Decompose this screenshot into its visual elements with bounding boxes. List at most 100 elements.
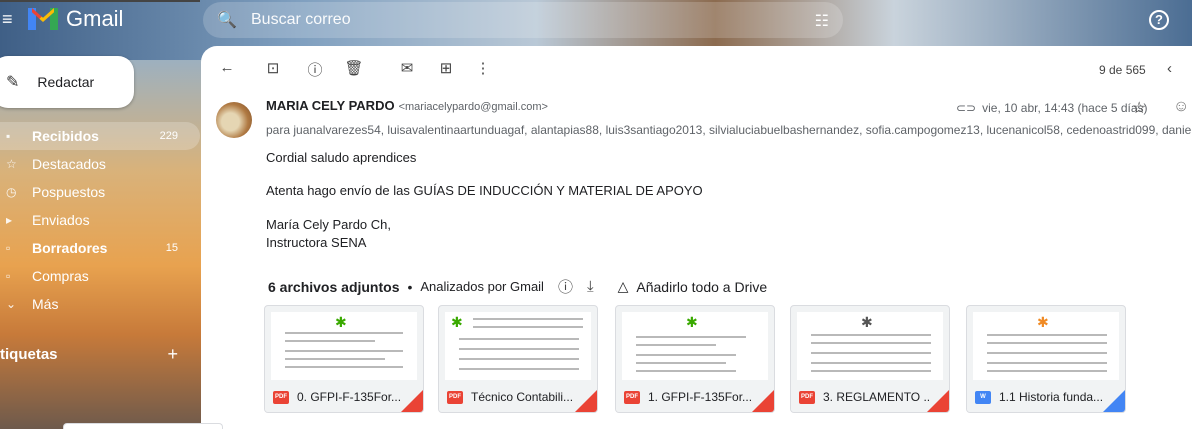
pdf-icon: PDF bbox=[447, 390, 463, 404]
gmail-logo[interactable]: Gmail bbox=[28, 6, 123, 32]
attachment-card[interactable]: ✱ W 1.1 Historia funda... bbox=[966, 305, 1126, 413]
attachment-preview: ✱ bbox=[973, 312, 1119, 380]
archive-icon[interactable]: ⊡ bbox=[263, 59, 283, 77]
sena-logo-icon: ✱ bbox=[1037, 314, 1049, 330]
attachment-name: 1.1 Historia funda... bbox=[999, 390, 1104, 404]
sender-name[interactable]: MARIA CELY PARDO bbox=[266, 98, 395, 113]
attachment-preview: ✱ bbox=[445, 312, 591, 380]
clock-icon: ◷ bbox=[6, 185, 17, 199]
drafts-count: 15 bbox=[165, 242, 178, 254]
message-date: ⊂⊃ vie, 10 abr, 14:43 (hace 5 días) bbox=[956, 101, 1148, 115]
file-corner bbox=[752, 390, 774, 412]
avatar[interactable] bbox=[216, 102, 252, 138]
body-text: Atenta hago envío de las GUÍAS DE INDUCC… bbox=[266, 183, 703, 198]
search-options-icon[interactable]: ☷ bbox=[815, 11, 829, 31]
unread-count: 229 bbox=[159, 130, 178, 142]
sidebar-item-label: Pospuestos bbox=[32, 184, 106, 200]
sidebar-item-sent[interactable]: ▸ Enviados bbox=[0, 206, 200, 234]
chevron-left-icon[interactable]: ‹ bbox=[1167, 60, 1172, 77]
search-bar[interactable]: 🔍 ☷ bbox=[203, 2, 843, 38]
date-text: vie, 10 abr, 14:43 (hace 5 días) bbox=[982, 101, 1148, 115]
separator-dot: • bbox=[407, 278, 413, 295]
search-input[interactable] bbox=[251, 11, 731, 29]
report-spam-icon[interactable]: ⓘ bbox=[305, 59, 325, 80]
help-icon[interactable]: ? bbox=[1149, 10, 1169, 30]
attachment-name: 0. GFPI-F-135For... bbox=[297, 390, 402, 404]
info-icon[interactable]: ⓘ bbox=[558, 276, 573, 297]
sidebar-item-label: Borradores bbox=[32, 240, 108, 256]
emoji-icon[interactable]: ☺ bbox=[1173, 98, 1189, 116]
main-menu-icon[interactable]: ≡ bbox=[2, 10, 16, 28]
cart-icon: ▫ bbox=[6, 269, 11, 283]
pdf-icon: PDF bbox=[273, 390, 289, 404]
sidebar-item-drafts[interactable]: ▫ Borradores 15 bbox=[0, 234, 200, 262]
file-corner bbox=[927, 390, 949, 412]
pdf-icon: PDF bbox=[799, 390, 815, 404]
attachment-preview: ✱ bbox=[271, 312, 417, 380]
labels-header-text: tiquetas bbox=[0, 345, 58, 363]
attachments-header: 6 archivos adjuntos • Analizados por Gma… bbox=[268, 276, 767, 297]
recipients-line[interactable]: para juanalvarezes54, luisavalentinaartu… bbox=[266, 123, 1192, 137]
back-arrow-icon[interactable]: ← bbox=[217, 59, 237, 76]
trash-icon[interactable]: 🗑 bbox=[344, 59, 364, 77]
sidebar-item-label: Recibidos bbox=[32, 128, 99, 144]
attachment-card[interactable]: ✱ PDF Técnico Contabili... bbox=[438, 305, 598, 413]
drive-label: Añadirlo todo a Drive bbox=[636, 278, 768, 295]
send-icon: ▸ bbox=[6, 213, 13, 227]
message-toolbar: ← ⊡ ⓘ 🗑 ✉ ⊞ ⋮ 9 de 565 ‹ bbox=[201, 46, 1192, 94]
sidebar-nav: ▪ Recibidos 229 ☆ Destacados ◷ Pospuesto… bbox=[0, 122, 200, 318]
download-all-icon[interactable]: ⤓ bbox=[587, 278, 594, 295]
gmail-m-icon bbox=[28, 8, 58, 30]
sena-logo-icon: ✱ bbox=[335, 314, 347, 330]
sidebar-item-label: Compras bbox=[32, 268, 89, 284]
signature-title: Instructora SENA bbox=[266, 235, 367, 250]
pager-text: 9 de 565 bbox=[1099, 63, 1146, 77]
sidebar-item-inbox[interactable]: ▪ Recibidos 229 bbox=[0, 122, 200, 150]
attachment-card[interactable]: ✱ PDF 1. GFPI-F-135For... bbox=[615, 305, 775, 413]
more-options-icon[interactable]: ⋮ bbox=[473, 59, 493, 77]
word-doc-icon: W bbox=[975, 390, 991, 404]
scanned-label: Analizados por Gmail bbox=[420, 279, 544, 294]
sender-line: MARIA CELY PARDO <mariacelypardo@gmail.co… bbox=[266, 98, 548, 113]
sidebar-item-snoozed[interactable]: ◷ Pospuestos bbox=[0, 178, 200, 206]
star-icon: ☆ bbox=[6, 157, 17, 171]
file-corner bbox=[1103, 390, 1125, 412]
add-all-to-drive-button[interactable]: △ Añadirlo todo a Drive bbox=[618, 278, 768, 295]
sidebar-item-purchases[interactable]: ▫ Compras bbox=[0, 262, 200, 290]
attachments-count: 6 archivos adjuntos bbox=[268, 278, 400, 295]
sidebar-item-label: Más bbox=[32, 296, 59, 312]
attachment-name: 1. GFPI-F-135For... bbox=[648, 390, 753, 404]
file-corner bbox=[575, 390, 597, 412]
file-corner bbox=[401, 390, 423, 412]
window-edge bbox=[0, 0, 200, 2]
sena-logo-icon: ✱ bbox=[861, 314, 873, 330]
attachment-clip-icon: ⊂⊃ bbox=[956, 101, 977, 115]
attachment-card[interactable]: ✱ PDF 3. REGLAMENTO ... bbox=[790, 305, 950, 413]
attachment-card[interactable]: ✱ PDF 0. GFPI-F-135For... bbox=[264, 305, 424, 413]
compose-button[interactable]: ✎ Redactar bbox=[0, 56, 134, 108]
move-to-icon[interactable]: ⊞ bbox=[436, 59, 456, 77]
sena-logo-icon: ✱ bbox=[451, 314, 463, 330]
sidebar-item-starred[interactable]: ☆ Destacados bbox=[0, 150, 200, 178]
attachment-name: Técnico Contabili... bbox=[471, 390, 574, 404]
search-icon[interactable]: 🔍 bbox=[217, 10, 237, 30]
sidebar-item-label: Enviados bbox=[32, 212, 90, 228]
mark-unread-icon[interactable]: ✉ bbox=[397, 59, 417, 77]
add-label-icon[interactable]: + bbox=[167, 344, 178, 365]
star-icon[interactable]: ☆ bbox=[1132, 98, 1146, 118]
draft-icon: ▫ bbox=[6, 241, 11, 255]
message-panel: ← ⊡ ⓘ 🗑 ✉ ⊞ ⋮ 9 de 565 ‹ MARIA CELY PARD… bbox=[201, 46, 1192, 429]
signature-name: María Cely Pardo Ch, bbox=[266, 217, 391, 232]
compose-label: Redactar bbox=[37, 74, 95, 90]
sidebar-item-label: Destacados bbox=[32, 156, 106, 172]
attachment-preview: ✱ bbox=[797, 312, 943, 380]
sender-email: <mariacelypardo@gmail.com> bbox=[398, 101, 548, 113]
sidebar-item-more[interactable]: ⌄ Más bbox=[0, 290, 200, 318]
sena-logo-icon: ✱ bbox=[686, 314, 698, 330]
inbox-icon: ▪ bbox=[6, 129, 11, 143]
labels-header: tiquetas + bbox=[0, 342, 190, 366]
pdf-icon: PDF bbox=[624, 390, 640, 404]
pencil-icon: ✎ bbox=[6, 74, 20, 91]
attachment-preview: ✱ bbox=[622, 312, 768, 380]
attachment-card-partial[interactable] bbox=[63, 423, 223, 429]
